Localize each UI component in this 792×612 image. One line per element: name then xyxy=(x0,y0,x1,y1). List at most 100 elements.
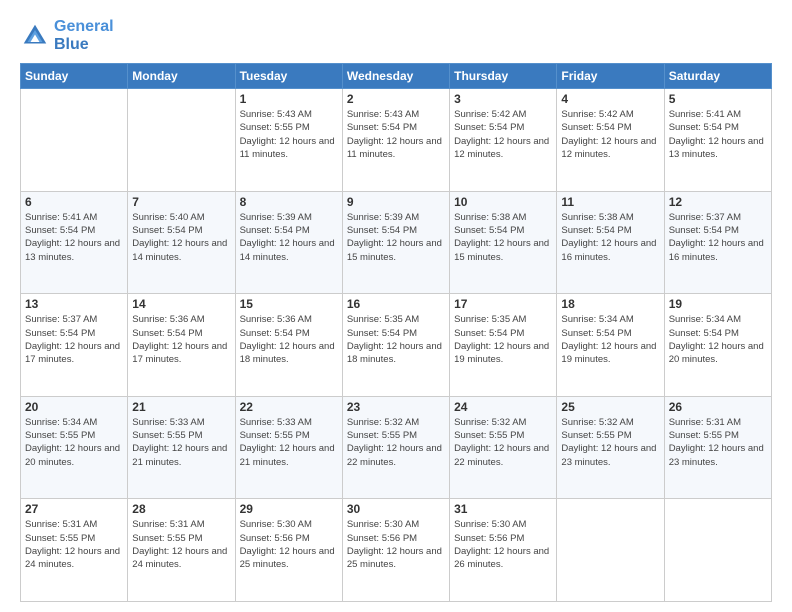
day-number: 8 xyxy=(240,195,338,209)
day-number: 4 xyxy=(561,92,659,106)
day-detail: Sunrise: 5:32 AMSunset: 5:55 PMDaylight:… xyxy=(454,416,552,469)
calendar-cell: 5Sunrise: 5:41 AMSunset: 5:54 PMDaylight… xyxy=(664,89,771,192)
logo: General Blue xyxy=(20,18,114,53)
calendar-cell: 2 Sunrise: 5:43 AMSunset: 5:54 PMDaylight… xyxy=(342,89,449,192)
day-number: 7 xyxy=(132,195,230,209)
calendar-cell: 22Sunrise: 5:33 AMSunset: 5:55 PMDayligh… xyxy=(235,396,342,499)
day-detail: Sunrise: 5:35 AMSunset: 5:54 PMDaylight:… xyxy=(454,313,552,366)
day-detail: Sunrise: 5:31 AMSunset: 5:55 PMDaylight:… xyxy=(669,416,767,469)
day-detail: Sunrise: 5:31 AMSunset: 5:55 PMDaylight:… xyxy=(132,518,230,571)
day-detail: Sunrise: 5:39 AMSunset: 5:54 PMDaylight:… xyxy=(240,211,338,264)
day-detail: Sunrise: 5:37 AMSunset: 5:54 PMDaylight:… xyxy=(25,313,123,366)
calendar-cell: 31 Sunrise: 5:30 AMSunset: 5:56 PMDayligh… xyxy=(450,499,557,602)
calendar-cell: 18 Sunrise: 5:34 AMSunset: 5:54 PMDayligh… xyxy=(557,294,664,397)
day-detail: Sunrise: 5:39 AMSunset: 5:54 PMDaylight:… xyxy=(347,211,445,264)
day-detail: Sunrise: 5:43 AMSunset: 5:55 PMDaylight:… xyxy=(240,108,338,161)
day-detail: Sunrise: 5:35 AMSunset: 5:54 PMDaylight:… xyxy=(347,313,445,366)
day-detail: Sunrise: 5:30 AMSunset: 5:56 PMDaylight:… xyxy=(347,518,445,571)
day-number: 28 xyxy=(132,502,230,516)
day-detail: Sunrise: 5:37 AMSunset: 5:54 PMDaylight:… xyxy=(669,211,767,264)
calendar-cell: 26 Sunrise: 5:31 AMSunset: 5:55 PMDayligh… xyxy=(664,396,771,499)
weekday-header-wednesday: Wednesday xyxy=(342,64,449,89)
day-detail: Sunrise: 5:30 AMSunset: 5:56 PMDaylight:… xyxy=(240,518,338,571)
day-detail: Sunrise: 5:36 AMSunset: 5:54 PMDaylight:… xyxy=(240,313,338,366)
calendar-cell xyxy=(664,499,771,602)
calendar-cell: 17 Sunrise: 5:35 AMSunset: 5:54 PMDayligh… xyxy=(450,294,557,397)
day-number: 23 xyxy=(347,400,445,414)
calendar-cell: 10 Sunrise: 5:38 AMSunset: 5:54 PMDayligh… xyxy=(450,191,557,294)
calendar-cell xyxy=(128,89,235,192)
day-detail: Sunrise: 5:40 AMSunset: 5:54 PMDaylight:… xyxy=(132,211,230,264)
header: General Blue xyxy=(20,18,772,53)
day-number: 26 xyxy=(669,400,767,414)
week-row-1: 1 Sunrise: 5:43 AMSunset: 5:55 PMDaylight… xyxy=(21,89,772,192)
calendar-cell: 3 Sunrise: 5:42 AMSunset: 5:54 PMDaylight… xyxy=(450,89,557,192)
day-number: 10 xyxy=(454,195,552,209)
day-detail: Sunrise: 5:36 AMSunset: 5:54 PMDaylight:… xyxy=(132,313,230,366)
calendar-cell: 19 Sunrise: 5:34 AMSunset: 5:54 PMDayligh… xyxy=(664,294,771,397)
day-number: 1 xyxy=(240,92,338,106)
day-detail: Sunrise: 5:42 AMSunset: 5:54 PMDaylight:… xyxy=(561,108,659,161)
week-row-3: 13Sunrise: 5:37 AMSunset: 5:54 PMDayligh… xyxy=(21,294,772,397)
calendar-cell: 14 Sunrise: 5:36 AMSunset: 5:54 PMDayligh… xyxy=(128,294,235,397)
day-number: 11 xyxy=(561,195,659,209)
day-detail: Sunrise: 5:31 AMSunset: 5:55 PMDaylight:… xyxy=(25,518,123,571)
day-detail: Sunrise: 5:34 AMSunset: 5:54 PMDaylight:… xyxy=(561,313,659,366)
weekday-header-friday: Friday xyxy=(557,64,664,89)
calendar: SundayMondayTuesdayWednesdayThursdayFrid… xyxy=(20,63,772,602)
day-number: 12 xyxy=(669,195,767,209)
calendar-header-row: SundayMondayTuesdayWednesdayThursdayFrid… xyxy=(21,64,772,89)
day-number: 21 xyxy=(132,400,230,414)
calendar-cell: 16 Sunrise: 5:35 AMSunset: 5:54 PMDayligh… xyxy=(342,294,449,397)
calendar-cell: 8 Sunrise: 5:39 AMSunset: 5:54 PMDaylight… xyxy=(235,191,342,294)
calendar-cell: 23Sunrise: 5:32 AMSunset: 5:55 PMDayligh… xyxy=(342,396,449,499)
day-number: 20 xyxy=(25,400,123,414)
calendar-cell: 30Sunrise: 5:30 AMSunset: 5:56 PMDayligh… xyxy=(342,499,449,602)
day-detail: Sunrise: 5:41 AMSunset: 5:54 PMDaylight:… xyxy=(25,211,123,264)
weekday-header-thursday: Thursday xyxy=(450,64,557,89)
calendar-cell: 6 Sunrise: 5:41 AMSunset: 5:54 PMDaylight… xyxy=(21,191,128,294)
calendar-cell: 24 Sunrise: 5:32 AMSunset: 5:55 PMDayligh… xyxy=(450,396,557,499)
day-number: 9 xyxy=(347,195,445,209)
day-detail: Sunrise: 5:33 AMSunset: 5:55 PMDaylight:… xyxy=(132,416,230,469)
calendar-cell: 7 Sunrise: 5:40 AMSunset: 5:54 PMDaylight… xyxy=(128,191,235,294)
day-detail: Sunrise: 5:38 AMSunset: 5:54 PMDaylight:… xyxy=(454,211,552,264)
calendar-cell: 1 Sunrise: 5:43 AMSunset: 5:55 PMDaylight… xyxy=(235,89,342,192)
day-detail: Sunrise: 5:30 AMSunset: 5:56 PMDaylight:… xyxy=(454,518,552,571)
calendar-cell: 25Sunrise: 5:32 AMSunset: 5:55 PMDayligh… xyxy=(557,396,664,499)
week-row-2: 6 Sunrise: 5:41 AMSunset: 5:54 PMDaylight… xyxy=(21,191,772,294)
day-number: 25 xyxy=(561,400,659,414)
day-number: 22 xyxy=(240,400,338,414)
day-number: 6 xyxy=(25,195,123,209)
day-number: 18 xyxy=(561,297,659,311)
day-number: 19 xyxy=(669,297,767,311)
calendar-cell: 13Sunrise: 5:37 AMSunset: 5:54 PMDayligh… xyxy=(21,294,128,397)
calendar-cell: 29 Sunrise: 5:30 AMSunset: 5:56 PMDayligh… xyxy=(235,499,342,602)
day-number: 5 xyxy=(669,92,767,106)
logo-text: General Blue xyxy=(54,18,114,53)
calendar-cell: 11Sunrise: 5:38 AMSunset: 5:54 PMDayligh… xyxy=(557,191,664,294)
page: General Blue SundayMondayTuesdayWednesda… xyxy=(0,0,792,612)
day-detail: Sunrise: 5:42 AMSunset: 5:54 PMDaylight:… xyxy=(454,108,552,161)
day-number: 31 xyxy=(454,502,552,516)
calendar-cell: 27 Sunrise: 5:31 AMSunset: 5:55 PMDayligh… xyxy=(21,499,128,602)
week-row-5: 27 Sunrise: 5:31 AMSunset: 5:55 PMDayligh… xyxy=(21,499,772,602)
day-number: 2 xyxy=(347,92,445,106)
day-number: 29 xyxy=(240,502,338,516)
day-number: 15 xyxy=(240,297,338,311)
day-number: 14 xyxy=(132,297,230,311)
day-detail: Sunrise: 5:43 AMSunset: 5:54 PMDaylight:… xyxy=(347,108,445,161)
calendar-cell: 21 Sunrise: 5:33 AMSunset: 5:55 PMDayligh… xyxy=(128,396,235,499)
day-detail: Sunrise: 5:34 AMSunset: 5:54 PMDaylight:… xyxy=(669,313,767,366)
day-number: 27 xyxy=(25,502,123,516)
calendar-cell: 20Sunrise: 5:34 AMSunset: 5:55 PMDayligh… xyxy=(21,396,128,499)
calendar-cell xyxy=(21,89,128,192)
day-number: 24 xyxy=(454,400,552,414)
calendar-cell: 12 Sunrise: 5:37 AMSunset: 5:54 PMDayligh… xyxy=(664,191,771,294)
day-number: 16 xyxy=(347,297,445,311)
day-number: 3 xyxy=(454,92,552,106)
week-row-4: 20Sunrise: 5:34 AMSunset: 5:55 PMDayligh… xyxy=(21,396,772,499)
calendar-cell: 4 Sunrise: 5:42 AMSunset: 5:54 PMDaylight… xyxy=(557,89,664,192)
day-number: 17 xyxy=(454,297,552,311)
weekday-header-tuesday: Tuesday xyxy=(235,64,342,89)
